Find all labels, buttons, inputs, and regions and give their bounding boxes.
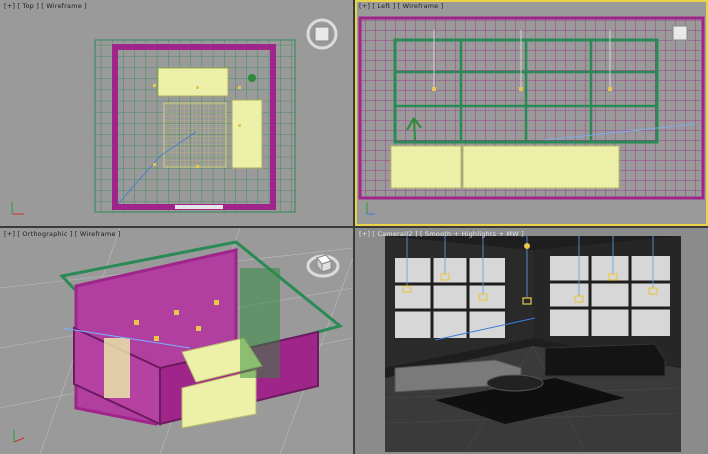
camera-render [384,236,682,453]
left-wireframe [358,16,705,200]
viewport-camera[interactable]: [+] [ Camera02 ] [ Smooth + Highlights +… [355,228,708,454]
axis-tripod-icon [366,202,375,215]
top-rug [163,102,227,168]
top-door [175,205,223,209]
top-wireframe [94,39,296,213]
camera-window-right [550,256,670,336]
viewcube-icon[interactable] [671,24,689,42]
viewport-label-camera[interactable]: [+] [ Camera02 ] [ Smooth + Highlights +… [359,230,524,238]
viewcube-icon[interactable] [306,18,338,50]
camera-window-left [395,258,505,338]
ortho-wireframe [0,228,353,454]
plant-icon [248,74,256,82]
ortho-door [104,338,130,398]
camera-sofa-right [544,343,666,377]
axis-tripod-icon [13,430,25,443]
viewport-left[interactable]: [+] [ Left ] [ Wireframe ] [355,0,708,226]
camera-table [486,374,544,392]
viewcube-icon[interactable] [306,248,340,278]
top-sofa-side [231,99,263,169]
left-sofa-1 [390,145,462,189]
top-sofa-back [157,67,229,97]
camera-light-source [524,243,530,249]
viewport-ortho[interactable]: [+] [ Orthographic ] [ Wireframe ] [0,228,353,454]
viewport-label-top[interactable]: [+] [ Top ] [ Wireframe ] [4,2,87,10]
left-sofa-2 [462,145,620,189]
viewport-label-left[interactable]: [+] [ Left ] [ Wireframe ] [359,2,443,10]
axis-tripod-icon [11,202,24,215]
viewport-top[interactable]: [+] [ Top ] [ Wireframe ] [0,0,353,226]
ortho-window [240,268,280,378]
viewport-layout: [+] [ Top ] [ Wireframe ] [+] [Left] [… [0,0,708,454]
viewport-label-ortho[interactable]: [+] [ Orthographic ] [ Wireframe ] [4,230,121,238]
